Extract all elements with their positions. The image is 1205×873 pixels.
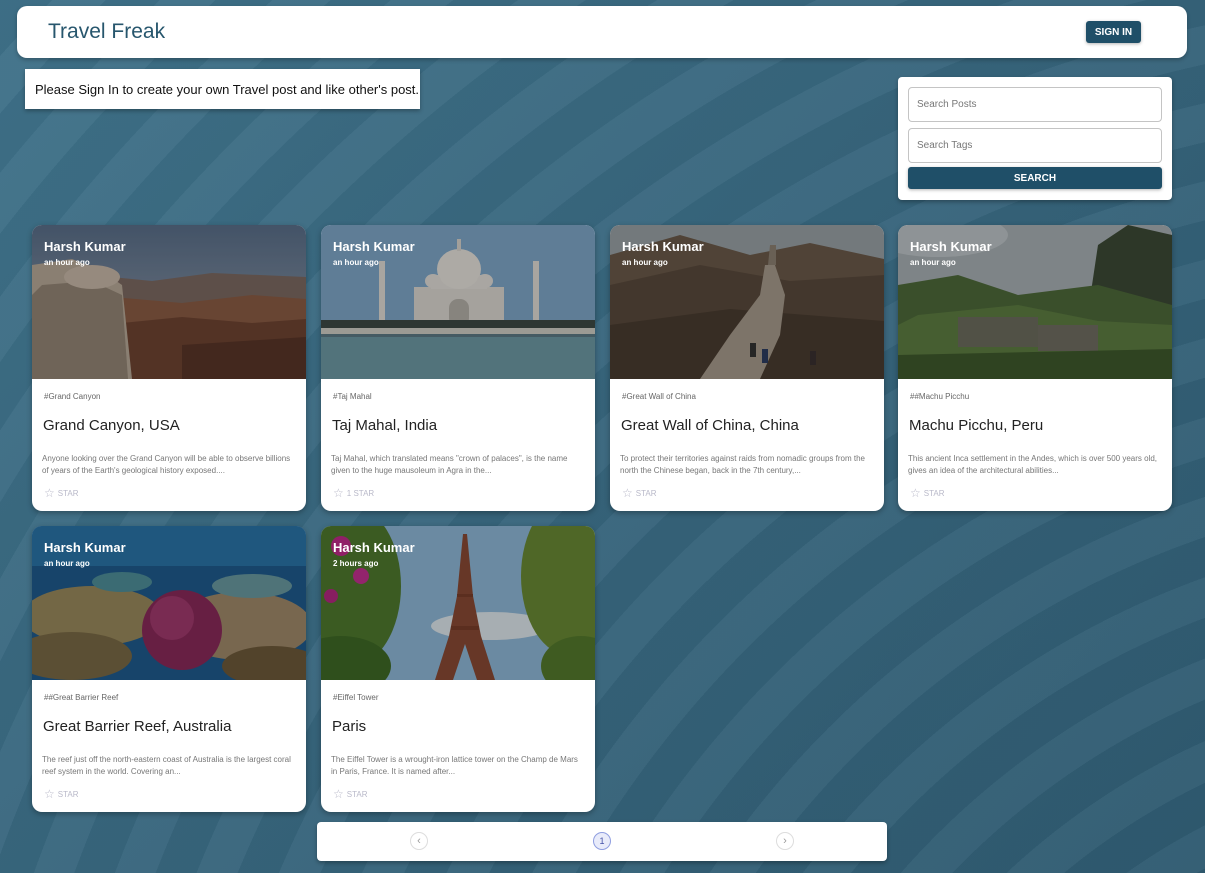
post-card[interactable]: Harsh Kumar 2 hours ago #Eiffel Tower Pa… xyxy=(321,526,595,812)
like-label: 1 STAR xyxy=(346,488,375,498)
app-bar: Travel Freak SIGN IN xyxy=(17,6,1187,58)
like-label: STAR xyxy=(57,488,79,498)
post-message: Taj Mahal, which translated means "crown… xyxy=(331,454,568,475)
post-time: an hour ago xyxy=(44,258,90,267)
post-author: Harsh Kumar xyxy=(333,540,415,555)
post-tags: #Great Wall of China xyxy=(622,392,696,401)
search-button[interactable]: SEARCH xyxy=(908,167,1162,189)
post-tags: #Taj Mahal xyxy=(333,392,372,401)
like-label: STAR xyxy=(346,789,368,799)
post-message: This ancient Inca settlement in the Ande… xyxy=(908,454,1158,475)
post-card[interactable]: Harsh Kumar an hour ago #Grand Canyon Gr… xyxy=(32,225,306,511)
pagination: ‹ 1 › xyxy=(317,822,887,861)
like-button[interactable]: ☆ STAR xyxy=(44,486,79,500)
post-card[interactable]: Harsh Kumar an hour ago ##Great Barrier … xyxy=(32,526,306,812)
post-time: an hour ago xyxy=(44,559,90,568)
search-posts-input[interactable] xyxy=(908,87,1162,122)
post-tags: #Eiffel Tower xyxy=(333,693,379,702)
sign-in-notice: Please Sign In to create your own Travel… xyxy=(25,69,420,109)
notice-text: Please Sign In to create your own Travel… xyxy=(35,81,420,97)
star-outline-icon: ☆ xyxy=(44,486,55,500)
chevron-right-icon: › xyxy=(783,835,787,847)
search-panel: SEARCH xyxy=(898,77,1172,200)
post-tags: ##Machu Picchu xyxy=(910,392,970,401)
like-button[interactable]: ☆ STAR xyxy=(333,787,368,801)
sign-in-button[interactable]: SIGN IN xyxy=(1086,21,1141,43)
post-author: Harsh Kumar xyxy=(44,540,126,555)
search-tags-input[interactable] xyxy=(908,128,1162,163)
post-time: an hour ago xyxy=(333,258,379,267)
post-card[interactable]: Harsh Kumar an hour ago #Great Wall of C… xyxy=(610,225,884,511)
post-message: The reef just off the north-eastern coas… xyxy=(42,755,291,776)
app-title[interactable]: Travel Freak xyxy=(48,20,165,44)
like-button[interactable]: ☆ STAR xyxy=(910,486,945,500)
post-title: Taj Mahal, India xyxy=(332,417,438,434)
like-label: STAR xyxy=(57,789,79,799)
post-tags: #Grand Canyon xyxy=(44,392,101,401)
post-author: Harsh Kumar xyxy=(333,239,415,254)
post-card[interactable]: Harsh Kumar an hour ago #Taj Mahal Taj M… xyxy=(321,225,595,511)
post-title: Great Wall of China, China xyxy=(621,417,799,434)
page-button-current[interactable]: 1 xyxy=(593,832,611,850)
post-title: Paris xyxy=(332,718,367,735)
like-button[interactable]: ☆ STAR xyxy=(44,787,79,801)
post-message: To protect their territories against rai… xyxy=(620,454,865,475)
post-author: Harsh Kumar xyxy=(44,239,126,254)
post-time: an hour ago xyxy=(910,258,956,267)
post-tags: ##Great Barrier Reef xyxy=(44,693,119,702)
next-page-button[interactable]: › xyxy=(776,832,794,850)
post-author: Harsh Kumar xyxy=(910,239,992,254)
post-message: The Eiffel Tower is a wrought-iron latti… xyxy=(331,755,578,776)
like-button[interactable]: ☆ STAR xyxy=(622,486,657,500)
star-outline-icon: ☆ xyxy=(44,787,55,801)
post-author: Harsh Kumar xyxy=(622,239,704,254)
post-title: Grand Canyon, USA xyxy=(43,417,180,434)
star-outline-icon: ☆ xyxy=(910,486,921,500)
like-label: STAR xyxy=(923,488,945,498)
post-message: Anyone looking over the Grand Canyon wil… xyxy=(42,454,291,475)
like-label: STAR xyxy=(635,488,657,498)
prev-page-button[interactable]: ‹ xyxy=(410,832,428,850)
star-outline-icon: ☆ xyxy=(622,486,633,500)
post-card[interactable]: Harsh Kumar an hour ago ##Machu Picchu M… xyxy=(898,225,1172,511)
post-title: Great Barrier Reef, Australia xyxy=(43,718,232,735)
star-outline-icon: ☆ xyxy=(333,787,344,801)
post-time: 2 hours ago xyxy=(333,559,379,568)
post-title: Machu Picchu, Peru xyxy=(909,417,1044,434)
chevron-left-icon: ‹ xyxy=(417,835,421,847)
like-button[interactable]: ☆ 1 STAR xyxy=(333,486,375,500)
post-time: an hour ago xyxy=(622,258,668,267)
star-outline-icon: ☆ xyxy=(333,486,344,500)
